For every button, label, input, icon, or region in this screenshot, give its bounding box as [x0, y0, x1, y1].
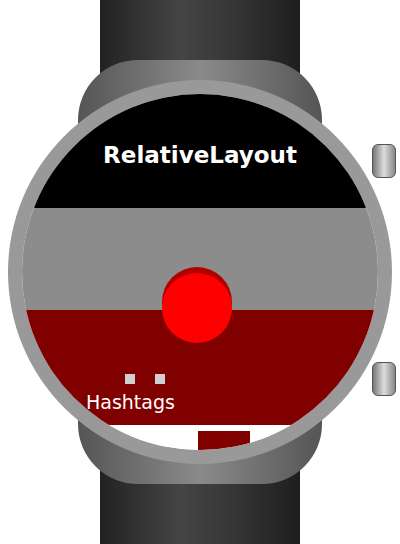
crown-button-top[interactable] — [372, 144, 396, 178]
red-circle-button[interactable] — [162, 273, 232, 343]
indicator-row — [125, 374, 378, 384]
hashtags-label: Hashtags — [86, 390, 378, 414]
maroon-block — [198, 431, 250, 450]
title: RelativeLayout — [103, 142, 297, 168]
crown-button-bottom[interactable] — [372, 362, 396, 396]
title-bar: RelativeLayout — [22, 94, 378, 208]
bottom-panel — [22, 425, 378, 450]
indicator-square — [125, 374, 135, 384]
indicator-square — [155, 374, 165, 384]
watch-mockup: RelativeLayout Hashtags — [0, 0, 400, 544]
watch-bezel: RelativeLayout Hashtags — [8, 80, 392, 464]
watch-screen: RelativeLayout Hashtags — [22, 94, 378, 450]
